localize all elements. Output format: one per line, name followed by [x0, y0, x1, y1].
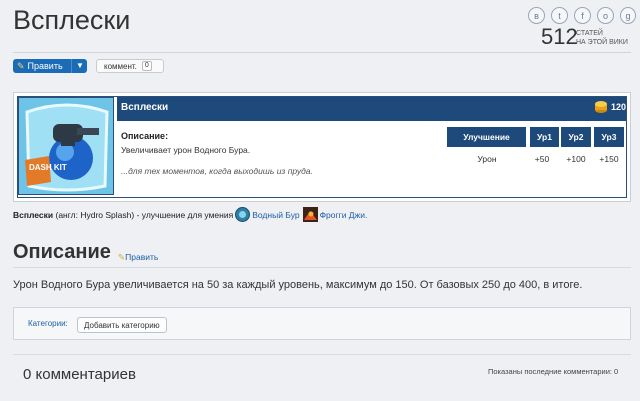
icon-logo-text: DASH KIT — [29, 163, 67, 172]
page-title: Всплески — [13, 5, 131, 35]
edit-button[interactable]: ✎ Править ▼ — [13, 59, 87, 73]
flavor-text: ...для тех моментов, когда выходишь из п… — [121, 166, 313, 176]
infobox-title: Всплески — [121, 102, 169, 113]
twitter-glyph: t — [558, 10, 561, 21]
comments-divider — [13, 354, 631, 355]
vk-icon[interactable]: в — [528, 7, 545, 24]
twitter-icon[interactable]: t — [551, 7, 568, 24]
froggy-g-icon[interactable] — [302, 207, 318, 222]
character-link[interactable]: Фрогги Джи. — [320, 210, 368, 220]
odnoklassniki-icon[interactable]: о — [597, 7, 614, 24]
table-header-level1: Ур1 — [530, 127, 559, 147]
ability-image: DASH KIT — [18, 97, 114, 195]
comment-count-badge: 0 — [141, 61, 152, 71]
add-category-button[interactable]: Добавить категорию — [77, 317, 167, 333]
edit-button-separator — [71, 59, 72, 73]
intro-name: Всплески — [13, 209, 54, 220]
infobox-header-bar — [117, 97, 626, 121]
intro-english: (англ: Hydro Splash) — [55, 209, 135, 220]
article-count-label-line1: СТАТЕЙ — [576, 30, 603, 37]
cost-value: 120 — [611, 102, 627, 112]
comments-shown-label: Показаны последние комментарии: 0 — [488, 367, 619, 376]
coin-icon — [595, 101, 607, 113]
chevron-down-icon[interactable]: ▼ — [76, 61, 84, 70]
comments-count: 0 комментариев — [23, 366, 136, 383]
table-cell-stat: Урон — [477, 154, 497, 164]
google-plus-icon[interactable]: g — [620, 7, 636, 24]
categories-label[interactable]: Категории: — [28, 319, 68, 328]
table-header-level2: Ур2 — [561, 127, 591, 147]
table-header-upgrade: Улучшение — [447, 127, 526, 147]
hydro-splash-icon: DASH KIT — [19, 98, 113, 194]
description-text: Увеличивает урон Водного Бура. — [121, 145, 251, 155]
table-header-level3: Ур3 — [594, 127, 624, 147]
header-divider — [13, 52, 631, 53]
odnoklassniki-glyph: о — [602, 10, 608, 21]
hydro-drill-icon[interactable] — [235, 207, 251, 222]
article-count-label: СТАТЕЙ НА ЭТОЙ ВИКИ — [576, 29, 628, 47]
table-cell-level3: +150 — [599, 154, 619, 164]
comment-button-label: коммент. — [104, 61, 137, 71]
facebook-icon[interactable]: f — [574, 7, 591, 24]
article-count: 512 — [541, 24, 578, 49]
intro-text: - улучшение для умения — [136, 209, 234, 220]
section-title: Описание — [13, 241, 111, 263]
vk-glyph: в — [534, 10, 539, 21]
section-body: Урон Водного Бура увеличивается на 50 за… — [13, 279, 583, 291]
ability-link[interactable]: Водный Бур — [252, 210, 299, 220]
google-plus-glyph: g — [625, 10, 631, 21]
edit-button-label: Править — [27, 61, 63, 71]
article-count-label-line2: НА ЭТОЙ ВИКИ — [576, 39, 628, 46]
intro-line: Всплески (англ: Hydro Splash) - улучшени… — [13, 207, 367, 222]
section-divider — [13, 267, 631, 268]
section-edit-label: Править — [125, 252, 159, 262]
description-heading: Описание: — [121, 131, 169, 141]
pencil-icon: ✎ — [17, 60, 25, 71]
comment-button[interactable]: коммент. 0 — [96, 59, 164, 73]
section-edit-link[interactable]: ✎Править — [118, 252, 158, 263]
facebook-glyph: f — [581, 10, 584, 21]
